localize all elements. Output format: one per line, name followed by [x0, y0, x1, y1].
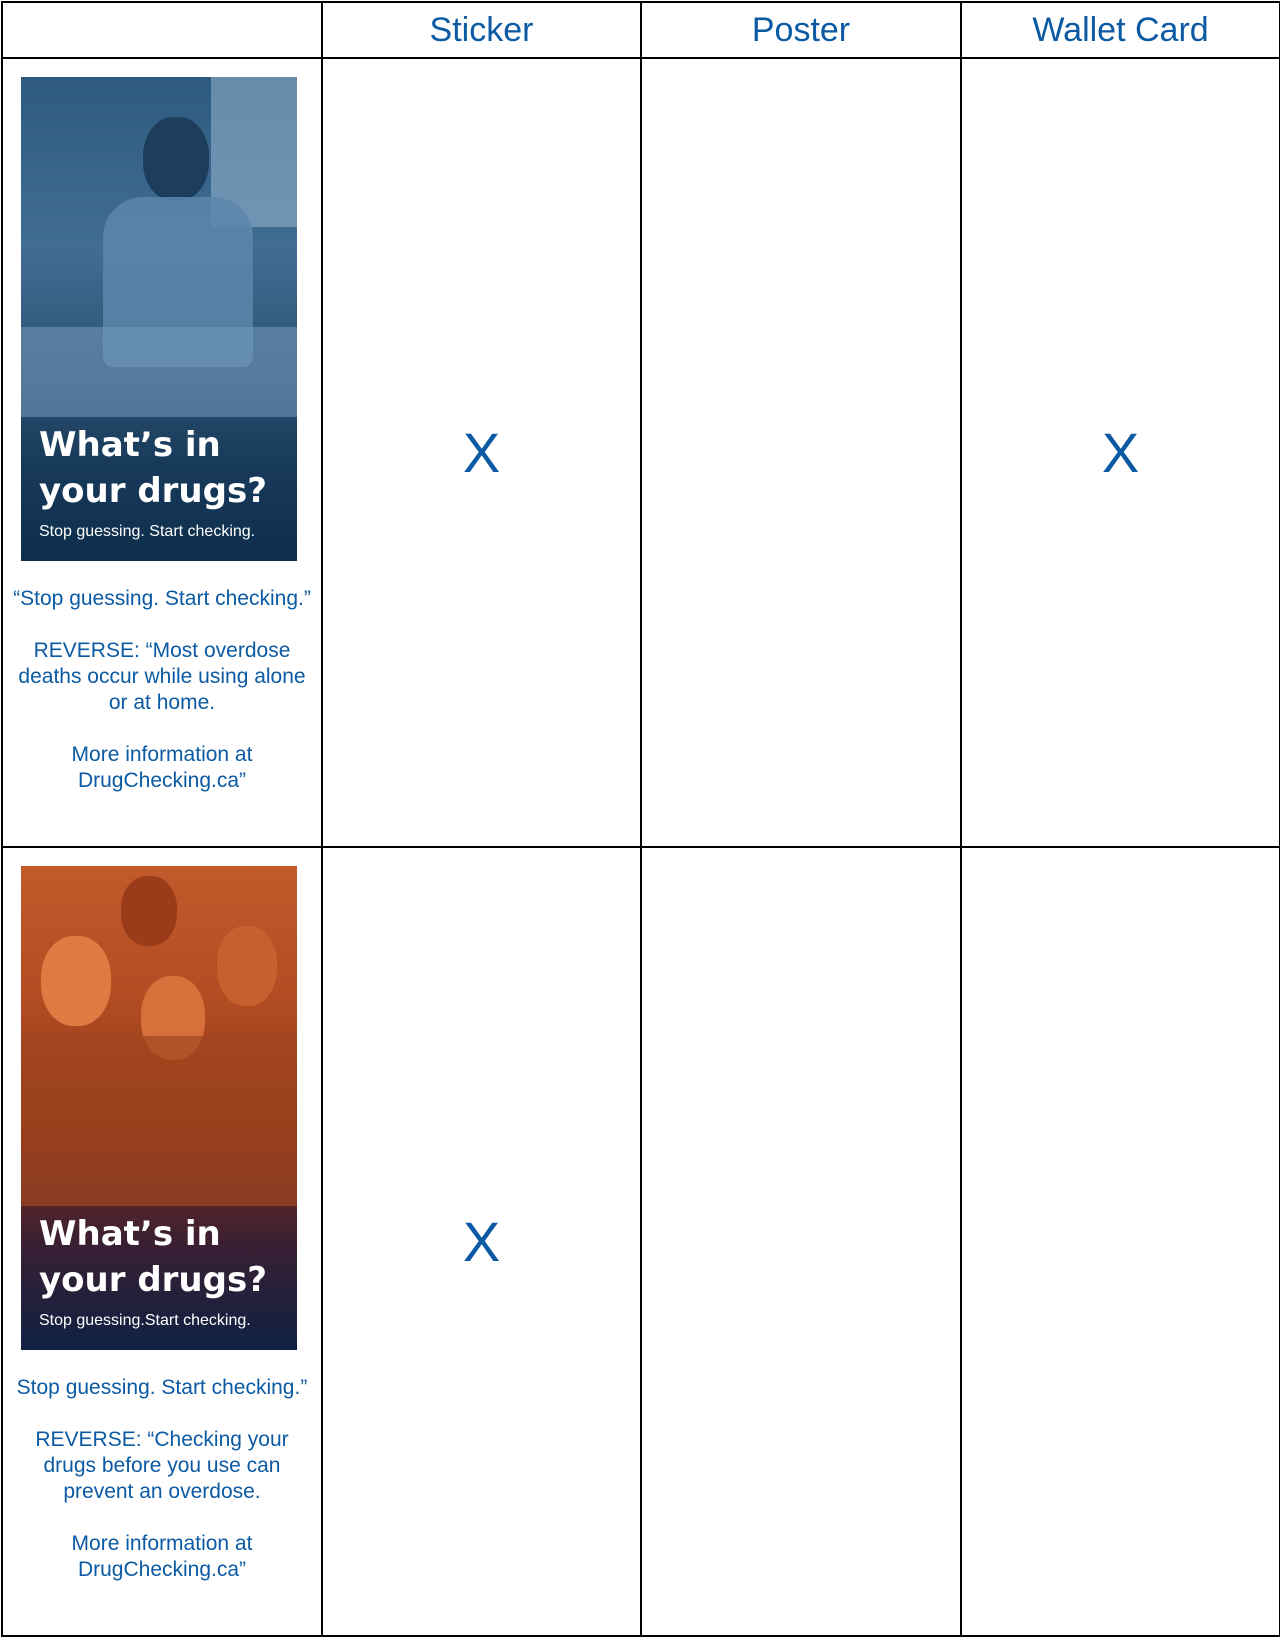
promo-image-group: What’s in your drugs? Stop guessing.Star…	[21, 866, 297, 1350]
header-sticker: Sticker	[321, 1, 642, 59]
format-table: Sticker Poster Wallet Card What’s in you…	[1, 1, 1280, 1637]
promo-subline: Stop guessing. Start checking.	[39, 523, 256, 540]
poster-mark	[640, 57, 962, 848]
sticker-mark: X	[321, 846, 642, 1637]
table-row: What’s in your drugs? Stop guessing. Sta…	[1, 57, 1280, 848]
table-row: What’s in your drugs? Stop guessing.Star…	[1, 846, 1280, 1637]
promo-headline: What’s in your drugs?	[39, 425, 267, 511]
caption-slogan: “Stop guessing. Start checking.”	[13, 587, 311, 610]
header-row: Sticker Poster Wallet Card	[1, 1, 1280, 59]
header-blank	[1, 1, 323, 59]
caption-slogan: Stop guessing. Start checking.”	[16, 1376, 308, 1399]
promo-cell: What’s in your drugs? Stop guessing. Sta…	[1, 57, 323, 848]
caption-reverse: REVERSE: “Checking your drugs before you…	[35, 1428, 289, 1503]
wallet-card-mark: X	[960, 57, 1280, 848]
promo-caption: Stop guessing. Start checking.” REVERSE:…	[13, 1375, 311, 1609]
header-wallet-card: Wallet Card	[960, 1, 1280, 59]
promo-headline: What’s in your drugs?	[39, 1214, 267, 1300]
promo-subline: Stop guessing.Start checking.	[39, 1312, 251, 1329]
poster-mark	[640, 846, 962, 1637]
wallet-card-mark	[960, 846, 1280, 1637]
caption-reverse: REVERSE: “Most overdose deaths occur whi…	[18, 639, 306, 714]
sticker-mark: X	[321, 57, 642, 848]
promo-caption: “Stop guessing. Start checking.” REVERSE…	[13, 586, 311, 820]
promo-cell: What’s in your drugs? Stop guessing.Star…	[1, 846, 323, 1637]
caption-more-info: More information at DrugChecking.ca”	[71, 1532, 253, 1581]
header-poster: Poster	[640, 1, 962, 59]
caption-more-info: More information at DrugChecking.ca”	[71, 743, 253, 792]
promo-image-man: What’s in your drugs? Stop guessing. Sta…	[21, 77, 297, 561]
